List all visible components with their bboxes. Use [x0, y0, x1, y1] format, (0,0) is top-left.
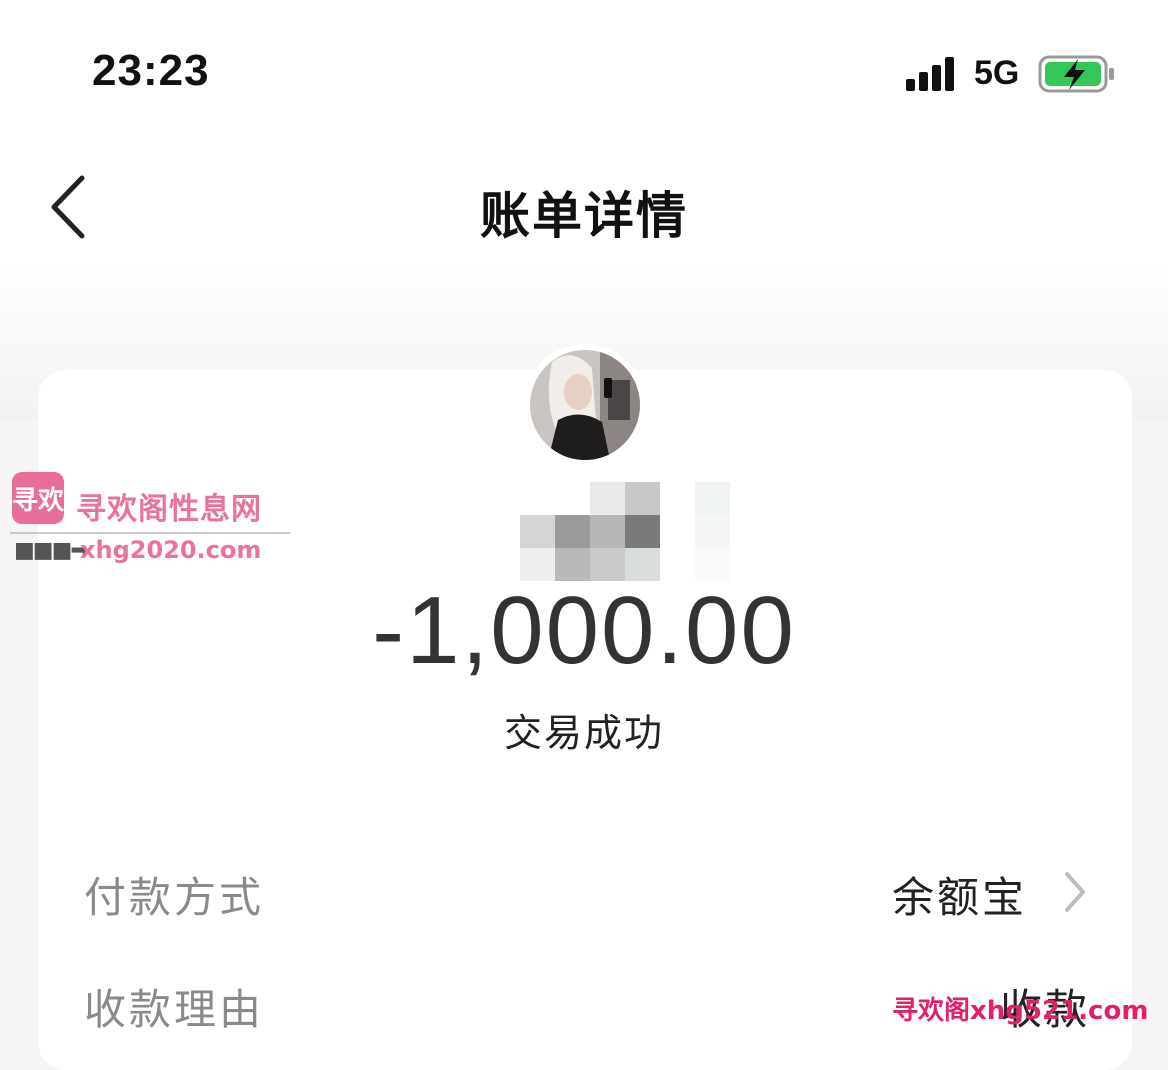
payee-avatar[interactable]: [524, 344, 646, 466]
avatar-photo: [530, 350, 640, 460]
watermark-footer: 寻欢阁xhg521.com: [892, 996, 1149, 1026]
status-time: 23:23: [92, 46, 210, 95]
watermark-site-name: 寻欢阁性息网: [76, 492, 262, 527]
watermark-site: 寻欢 寻欢阁性息网 ■■■➡ xhg2020.com: [10, 470, 300, 570]
watermark-logo: 寻欢: [12, 472, 64, 524]
arrow-right-icon: ■■■➡: [14, 538, 89, 563]
signal-icon: [906, 57, 954, 91]
chevron-right-icon[interactable]: [1062, 870, 1088, 914]
page-title: 账单详情: [480, 187, 688, 245]
payment-method-value[interactable]: 余额宝: [892, 864, 1027, 925]
payment-reason-label: 收款理由: [84, 985, 265, 1034]
watermark-divider: [10, 532, 290, 534]
network-type: 5G: [974, 54, 1020, 92]
transaction-status: 交易成功: [503, 711, 664, 755]
watermark-url: xhg2020.com: [80, 536, 262, 564]
transaction-amount: -1,000.00: [372, 577, 796, 684]
blurred-payee-name: [520, 482, 730, 582]
payment-method-label: 付款方式: [84, 873, 265, 922]
battery-charging-icon: [1038, 55, 1114, 93]
